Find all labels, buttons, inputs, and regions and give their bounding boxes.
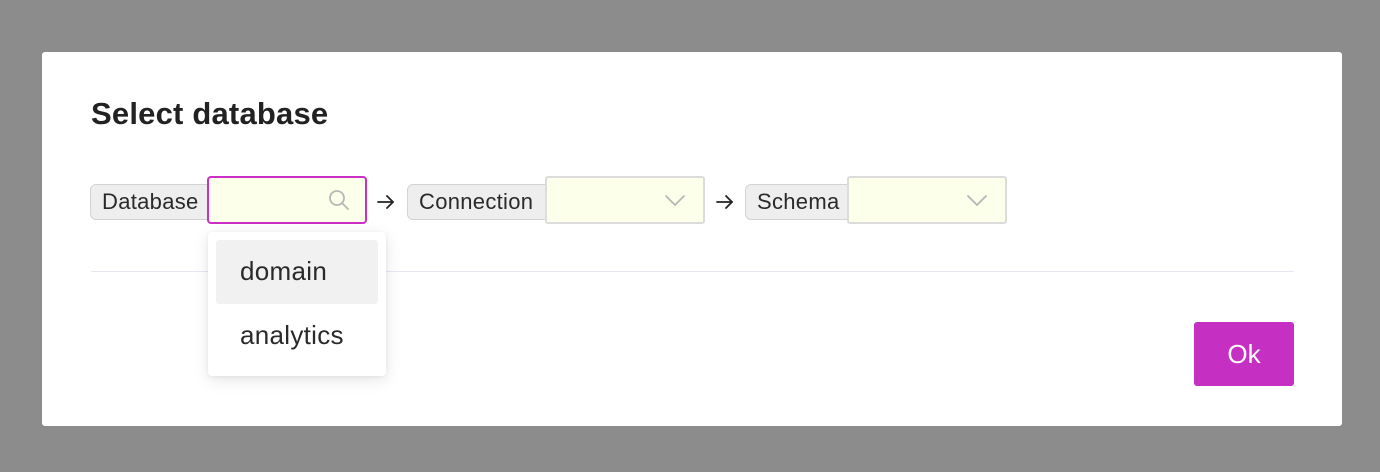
dialog-title: Select database xyxy=(91,96,329,131)
database-dropdown: domain analytics xyxy=(208,232,386,376)
search-icon xyxy=(329,190,349,210)
schema-select[interactable] xyxy=(847,176,1007,224)
arrow-right-icon xyxy=(377,195,394,209)
connection-label: Connection xyxy=(407,184,552,220)
database-field[interactable] xyxy=(207,176,367,224)
dropdown-item-domain[interactable]: domain xyxy=(216,240,378,304)
chevron-down-icon xyxy=(967,195,987,206)
connection-select[interactable] xyxy=(545,176,705,224)
database-label: Database xyxy=(90,184,212,220)
chevron-down-icon xyxy=(665,195,685,206)
dropdown-item-analytics[interactable]: analytics xyxy=(216,304,378,368)
arrow-right-icon xyxy=(716,195,733,209)
ok-button[interactable]: Ok xyxy=(1194,322,1294,386)
schema-label: Schema xyxy=(745,184,857,220)
